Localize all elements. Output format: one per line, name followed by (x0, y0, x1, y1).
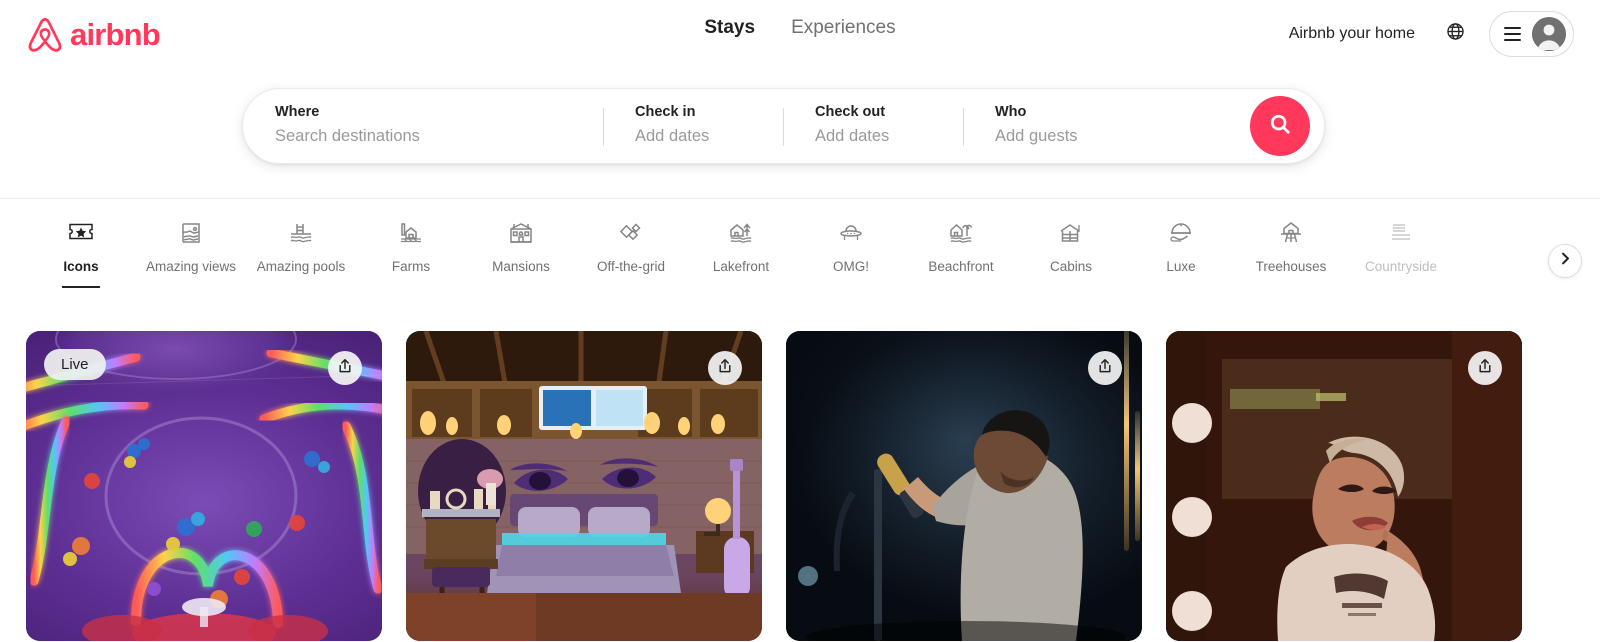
language-globe-button[interactable] (1435, 14, 1475, 54)
category-strip: Icons Amazing views Amazing pools Farms … (0, 199, 1600, 319)
category-label: OMG! (833, 259, 869, 274)
share-button[interactable] (708, 351, 742, 385)
category-label: Mansions (492, 259, 550, 274)
search-bar[interactable]: Where Search destinations Check in Add d… (242, 88, 1325, 164)
primary-nav: Stays Experiences (704, 17, 895, 39)
share-icon (1477, 358, 1493, 379)
hamburger-icon (1504, 27, 1521, 41)
listing-card[interactable] (406, 331, 762, 641)
farm-barn-icon (398, 220, 424, 251)
tab-experiences[interactable]: Experiences (791, 17, 896, 39)
category-list: Icons Amazing views Amazing pools Farms … (26, 199, 1574, 275)
search-where-field[interactable]: Where Search destinations (243, 89, 603, 163)
mansion-icon (508, 220, 534, 251)
listing-card[interactable]: Live (26, 331, 382, 641)
category-label: Farms (391, 259, 431, 274)
listing-image (1166, 331, 1522, 641)
category-omg[interactable]: OMG! (796, 210, 906, 275)
category-label: Beachfront (928, 259, 994, 274)
share-button[interactable] (1088, 351, 1122, 385)
header-top-bar: airbnb Stays Experiences Airbnb your hom… (0, 0, 1600, 68)
category-beachfront[interactable]: Beachfront (906, 210, 1016, 275)
listing-image (786, 331, 1142, 641)
category-label: Amazing pools (256, 259, 346, 274)
lakehouse-icon (728, 220, 754, 251)
checkin-label: Check in (635, 104, 696, 121)
ufo-icon (838, 220, 864, 251)
who-label: Who (995, 104, 1027, 121)
listing-card[interactable] (1166, 331, 1522, 641)
airbnb-belo-icon (26, 14, 64, 54)
serving-dome-icon (1168, 220, 1194, 251)
categories-next-button[interactable] (1548, 244, 1582, 278)
category-amazing-views[interactable]: Amazing views (136, 210, 246, 275)
airbnb-wordmark: airbnb (70, 16, 161, 52)
chevron-right-icon (1559, 252, 1572, 270)
airbnb-logo[interactable]: airbnb (26, 14, 161, 54)
user-menu-button[interactable] (1489, 11, 1574, 57)
checkout-label: Check out (815, 104, 886, 121)
search-button[interactable] (1250, 96, 1310, 156)
category-label: Lakefront (712, 259, 770, 274)
scenic-view-icon (178, 220, 204, 251)
share-icon (337, 358, 353, 379)
where-placeholder: Search destinations (275, 126, 420, 145)
listing-card[interactable] (786, 331, 1142, 641)
live-badge: Live (44, 349, 106, 380)
category-farms[interactable]: Farms (356, 210, 466, 275)
avatar (1532, 17, 1566, 51)
category-label: Off-the-grid (596, 259, 666, 274)
category-label: Amazing views (145, 259, 237, 274)
search-checkin-field[interactable]: Check in Add dates (603, 89, 783, 163)
search-who-field[interactable]: Who Add guests (963, 89, 1248, 163)
share-button[interactable] (328, 351, 362, 385)
category-off-the-grid[interactable]: Off-the-grid (576, 210, 686, 275)
ticket-star-icon (68, 220, 94, 251)
category-label: Luxe (1166, 259, 1196, 274)
tab-stays[interactable]: Stays (704, 17, 755, 39)
who-value: Add guests (995, 126, 1078, 145)
category-amazing-pools[interactable]: Amazing pools (246, 210, 356, 275)
checkin-value: Add dates (635, 126, 710, 145)
site-header: airbnb Stays Experiences Airbnb your hom… (0, 0, 1600, 199)
pool-ladder-icon (288, 220, 314, 251)
listing-grid: Live (0, 331, 1600, 641)
category-label: Cabins (1049, 259, 1093, 274)
where-label: Where (275, 104, 320, 121)
category-label: Icons (63, 259, 99, 274)
category-cabins[interactable]: Cabins (1016, 210, 1126, 275)
globe-icon (1446, 22, 1465, 46)
category-lakefront[interactable]: Lakefront (686, 210, 796, 275)
category-label: Countryside (1364, 259, 1438, 274)
category-luxe[interactable]: Luxe (1126, 210, 1236, 275)
category-label: Treehouses (1255, 259, 1327, 274)
category-icons[interactable]: Icons (26, 210, 136, 275)
category-treehouses[interactable]: Treehouses (1236, 210, 1346, 275)
category-mansions[interactable]: Mansions (466, 210, 576, 275)
share-icon (717, 358, 733, 379)
airbnb-your-home-link[interactable]: Airbnb your home (1275, 13, 1429, 55)
listing-image (406, 331, 762, 641)
share-button[interactable] (1468, 351, 1502, 385)
treehouse-icon (1278, 220, 1304, 251)
search-icon (1269, 113, 1291, 140)
countryside-icon (1388, 220, 1414, 251)
header-actions: Airbnb your home (1275, 11, 1574, 57)
beach-hut-icon (948, 220, 974, 251)
category-countryside[interactable]: Countryside (1346, 210, 1456, 275)
log-cabin-icon (1058, 220, 1084, 251)
share-icon (1097, 358, 1113, 379)
search-checkout-field[interactable]: Check out Add dates (783, 89, 963, 163)
diamonds-icon (618, 220, 644, 251)
checkout-value: Add dates (815, 126, 890, 145)
